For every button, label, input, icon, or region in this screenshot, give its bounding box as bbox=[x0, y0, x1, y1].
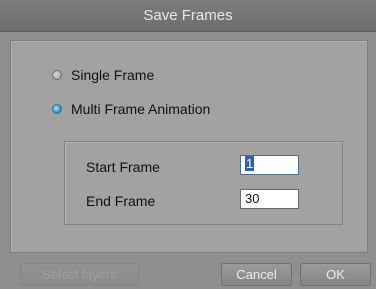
multi-frame-option[interactable]: Multi Frame Animation bbox=[52, 99, 210, 119]
end-frame-value: 30 bbox=[245, 191, 260, 206]
single-frame-label: Single Frame bbox=[71, 67, 155, 83]
start-frame-input[interactable]: 1 bbox=[240, 155, 299, 175]
select-layers-button[interactable]: Select layers bbox=[20, 263, 139, 286]
cancel-button[interactable]: Cancel bbox=[221, 263, 292, 286]
end-frame-label: End Frame bbox=[86, 193, 156, 209]
end-frame-input[interactable]: 30 bbox=[240, 189, 299, 209]
multi-frame-radio-icon[interactable] bbox=[52, 104, 62, 114]
dialog-titlebar[interactable]: Save Frames bbox=[0, 0, 376, 32]
start-frame-label: Start Frame bbox=[86, 159, 160, 175]
single-frame-radio-icon[interactable] bbox=[52, 70, 62, 80]
start-frame-value: 1 bbox=[245, 156, 255, 171]
ok-button[interactable]: OK bbox=[300, 263, 371, 286]
frame-range-group bbox=[64, 141, 343, 225]
multi-frame-label: Multi Frame Animation bbox=[71, 101, 211, 117]
single-frame-option[interactable]: Single Frame bbox=[52, 65, 154, 85]
dialog-title: Save Frames bbox=[143, 7, 233, 24]
